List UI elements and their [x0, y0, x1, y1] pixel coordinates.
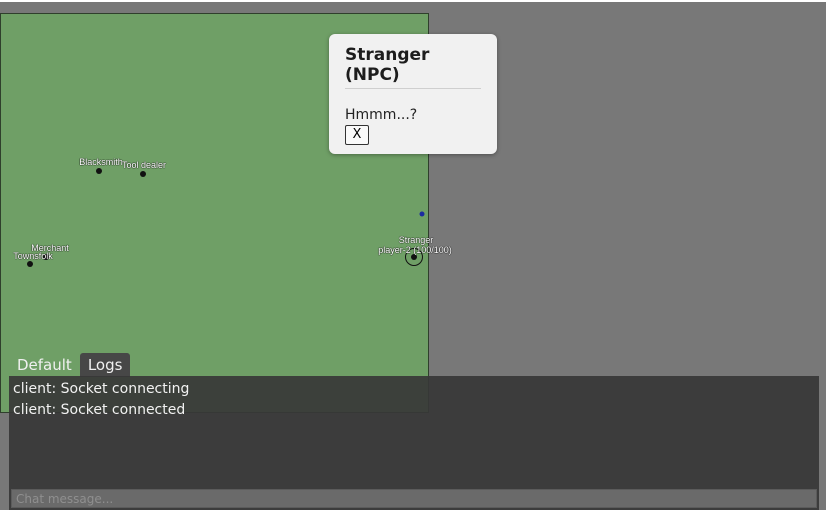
- log-list: client: Socket connecting client: Socket…: [9, 376, 819, 424]
- blue-marker: [419, 211, 425, 217]
- tab-default[interactable]: Default: [9, 353, 80, 377]
- npc-label: Tool dealer: [121, 160, 167, 170]
- top-strip: [0, 0, 826, 2]
- stranger-label: Stranger: [398, 235, 434, 245]
- dialog-close-button[interactable]: X: [345, 125, 369, 145]
- log-line: client: Socket connecting: [13, 381, 190, 397]
- npc-label: Blacksmith: [79, 157, 123, 167]
- npc-dialog: Stranger (NPC) Hmmm...? X: [329, 34, 497, 154]
- chat-log-panel: client: Socket connecting client: Socket…: [9, 376, 819, 510]
- npc-label: Townsfolk: [13, 251, 53, 261]
- dialog-message: Hmmm...?: [345, 107, 418, 123]
- chat-tabs: Default Logs: [9, 353, 131, 377]
- npc-marker[interactable]: [140, 171, 146, 177]
- dialog-title: Stranger (NPC): [345, 45, 481, 89]
- tab-logs[interactable]: Logs: [79, 353, 131, 377]
- npc-marker[interactable]: [27, 261, 33, 267]
- game-viewport: Blacksmith Tool dealer Merchant Townsfol…: [0, 0, 826, 510]
- npc-marker[interactable]: [96, 168, 102, 174]
- chat-message-input[interactable]: [11, 489, 817, 508]
- player-label: player-2 (100/100): [378, 245, 452, 255]
- log-line: client: Socket connected: [13, 402, 186, 418]
